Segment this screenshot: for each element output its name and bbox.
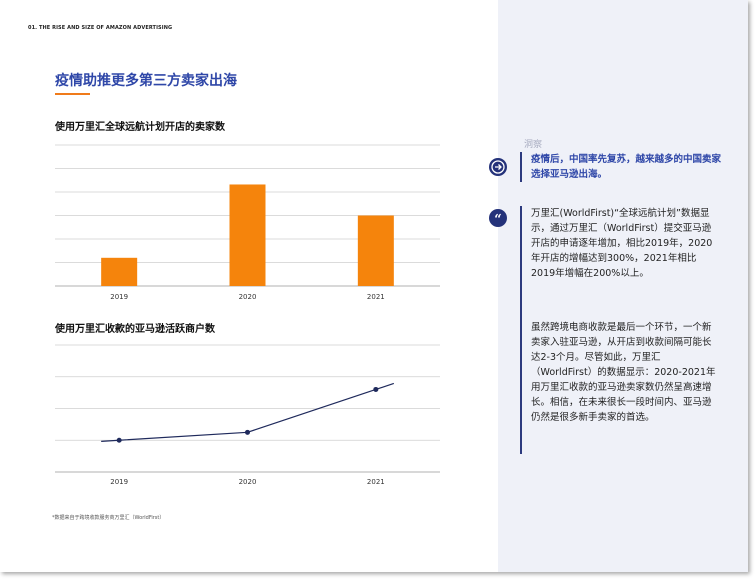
svg-text:“: “ <box>494 213 501 228</box>
quote-icon: “ <box>489 209 507 228</box>
data-point <box>245 429 250 435</box>
body-paragraph-1: 万里汇(WorldFirst)“全球远航计划”数据显示，通过万里汇（WorldF… <box>531 208 713 279</box>
body-paragraph-2: 虽然跨境电商收款是最后一个环节，一个新卖家入驻亚马逊，从开店到收款间隔可能长达2… <box>531 322 716 423</box>
x-tick-label: 2021 <box>367 478 385 486</box>
arrow-right-icon <box>489 158 507 176</box>
insight-text: 疫情后，中国率先复苏，越来越多的中国卖家选择亚马逊出海。 <box>531 154 722 180</box>
data-point <box>373 386 379 392</box>
footnote: *数据来自于跨境收款服务商万里汇（WorldFirst） <box>52 515 165 521</box>
quote-divider <box>520 206 522 454</box>
x-tick-label: 2019 <box>110 478 128 486</box>
x-tick-label: 2020 <box>239 478 257 486</box>
insight-panel <box>498 0 748 572</box>
insight-label: 洞察 <box>524 140 543 150</box>
report-page: 01. THE RISE AND SIZE OF AMAZON ADVERTIS… <box>0 0 748 572</box>
insight-divider <box>520 152 522 182</box>
data-point <box>116 437 122 443</box>
